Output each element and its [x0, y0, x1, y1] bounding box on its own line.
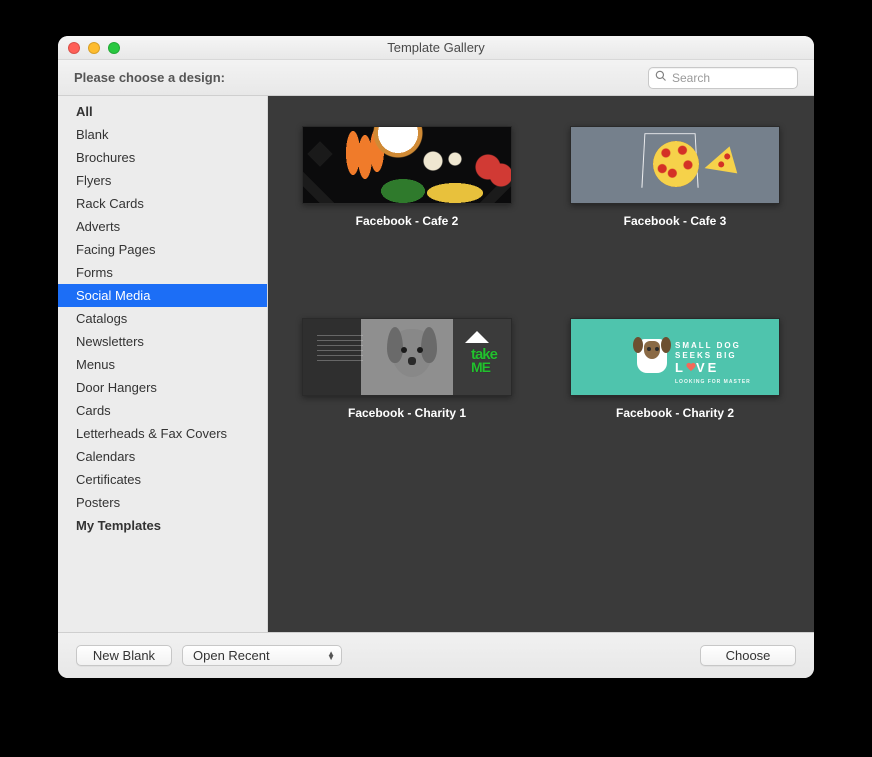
- template-item[interactable]: takeME Facebook - Charity 1: [302, 318, 512, 420]
- category-sidebar: AllBlankBrochuresFlyersRack CardsAdverts…: [58, 96, 268, 632]
- sidebar-item-certificates[interactable]: Certificates: [58, 468, 267, 491]
- template-label: Facebook - Charity 2: [616, 406, 734, 420]
- search-icon: [655, 70, 667, 85]
- slogan-text: SMALL DOGSEEKS BIGLVELOOKING FOR MASTER: [675, 341, 751, 387]
- minimize-window-button[interactable]: [88, 42, 100, 54]
- sidebar-item-menus[interactable]: Menus: [58, 353, 267, 376]
- template-thumbnail[interactable]: [302, 126, 512, 204]
- new-blank-button[interactable]: New Blank: [76, 645, 172, 666]
- zoom-window-button[interactable]: [108, 42, 120, 54]
- body: AllBlankBrochuresFlyersRack CardsAdverts…: [58, 96, 814, 632]
- template-label: Facebook - Cafe 3: [624, 214, 727, 228]
- sidebar-item-catalogs[interactable]: Catalogs: [58, 307, 267, 330]
- choose-button[interactable]: Choose: [700, 645, 796, 666]
- sidebar-item-my-templates[interactable]: My Templates: [58, 514, 267, 537]
- sidebar-item-newsletters[interactable]: Newsletters: [58, 330, 267, 353]
- sidebar-item-cards[interactable]: Cards: [58, 399, 267, 422]
- heart-icon: [686, 363, 696, 373]
- sidebar-item-all[interactable]: All: [58, 100, 267, 123]
- take-me-text: takeME: [471, 349, 497, 373]
- header-bar: Please choose a design:: [58, 60, 814, 96]
- sidebar-item-brochures[interactable]: Brochures: [58, 146, 267, 169]
- choose-design-label: Please choose a design:: [74, 70, 225, 85]
- sidebar-item-rack-cards[interactable]: Rack Cards: [58, 192, 267, 215]
- pizza-slice-icon: [701, 146, 738, 181]
- sidebar-item-facing-pages[interactable]: Facing Pages: [58, 238, 267, 261]
- pizza-icon: [653, 141, 699, 187]
- open-recent-label: Open Recent: [193, 648, 270, 663]
- sidebar-item-calendars[interactable]: Calendars: [58, 445, 267, 468]
- template-thumbnail[interactable]: SMALL DOGSEEKS BIGLVELOOKING FOR MASTER: [570, 318, 780, 396]
- small-dog-icon: [637, 339, 667, 373]
- titlebar: Template Gallery: [58, 36, 814, 60]
- search-field[interactable]: [648, 67, 798, 89]
- template-thumbnail[interactable]: takeME: [302, 318, 512, 396]
- dog-face-icon: [401, 347, 423, 367]
- template-label: Facebook - Charity 1: [348, 406, 466, 420]
- window-controls: [68, 42, 120, 54]
- open-recent-select[interactable]: Open Recent ▲▼: [182, 645, 342, 666]
- footer-bar: New Blank Open Recent ▲▼ Choose: [58, 632, 814, 678]
- template-label: Facebook - Cafe 2: [356, 214, 459, 228]
- template-thumbnail[interactable]: [570, 126, 780, 204]
- close-window-button[interactable]: [68, 42, 80, 54]
- template-gallery-window: Template Gallery Please choose a design:…: [58, 36, 814, 678]
- window-title: Template Gallery: [58, 40, 814, 55]
- sidebar-item-door-hangers[interactable]: Door Hangers: [58, 376, 267, 399]
- sidebar-item-blank[interactable]: Blank: [58, 123, 267, 146]
- text-block-decoration: [317, 335, 363, 365]
- search-input[interactable]: [672, 71, 791, 85]
- template-item[interactable]: SMALL DOGSEEKS BIGLVELOOKING FOR MASTER F…: [570, 318, 780, 420]
- sidebar-item-flyers[interactable]: Flyers: [58, 169, 267, 192]
- sidebar-item-posters[interactable]: Posters: [58, 491, 267, 514]
- chevron-up-down-icon: ▲▼: [327, 652, 335, 660]
- sidebar-item-letterheads-fax-covers[interactable]: Letterheads & Fax Covers: [58, 422, 267, 445]
- template-gallery: Facebook - Cafe 2 Facebook - Cafe 3 takeME…: [268, 96, 814, 632]
- template-item[interactable]: Facebook - Cafe 3: [570, 126, 780, 228]
- template-item[interactable]: Facebook - Cafe 2: [302, 126, 512, 228]
- sidebar-item-forms[interactable]: Forms: [58, 261, 267, 284]
- sidebar-item-social-media[interactable]: Social Media: [58, 284, 267, 307]
- dog-eyes-icon: [647, 347, 651, 351]
- sidebar-item-adverts[interactable]: Adverts: [58, 215, 267, 238]
